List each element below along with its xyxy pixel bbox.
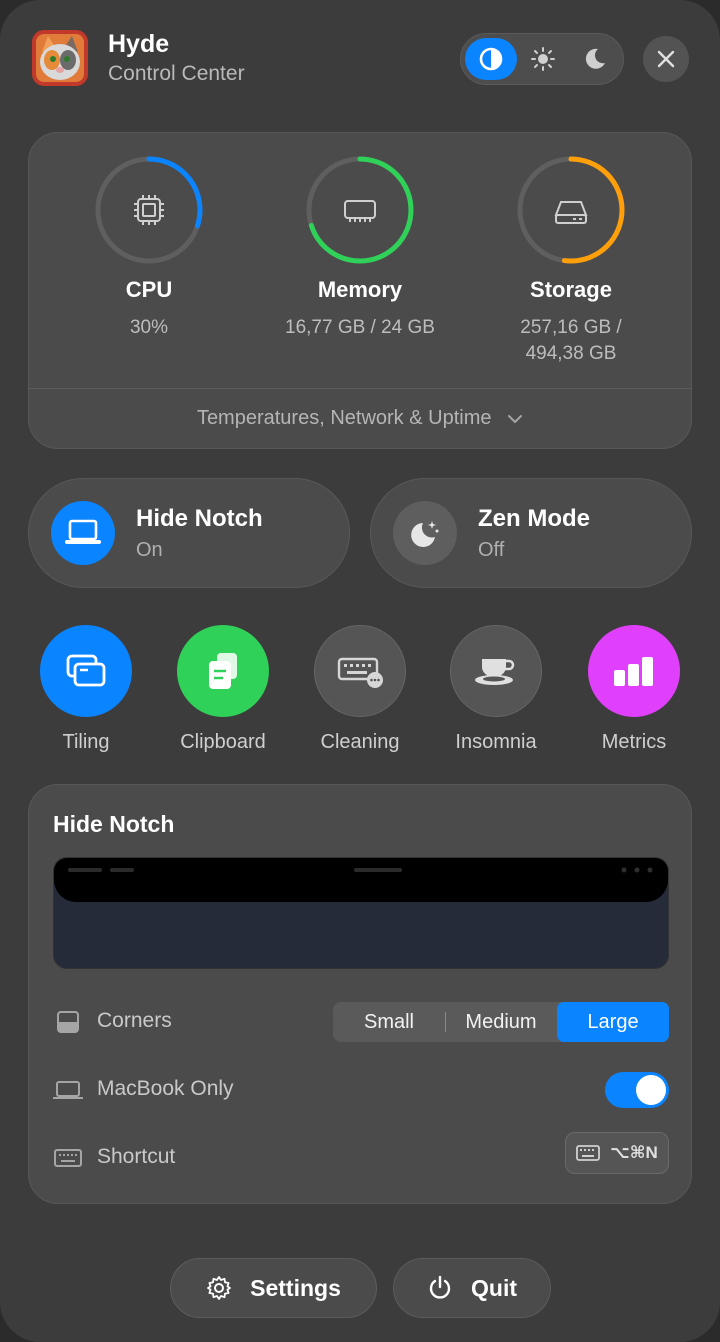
menu-bar-preview xyxy=(54,858,668,902)
laptop-outline-icon xyxy=(53,1081,83,1099)
keyboard-clean-icon xyxy=(314,625,406,717)
cpu-icon xyxy=(134,195,164,225)
storage-usage-ring xyxy=(517,156,625,264)
cleaning-label: Cleaning xyxy=(320,731,400,753)
keyboard-icon xyxy=(54,1149,82,1167)
cpu-label: CPU xyxy=(125,277,173,302)
storage-value-used: 257,16 GB / xyxy=(520,317,622,338)
hide-notch-panel-title: Hide Notch xyxy=(53,811,175,837)
coffee-cup-icon xyxy=(450,625,542,717)
quit-button[interactable]: Quit xyxy=(393,1258,551,1318)
details-expander[interactable]: Temperatures, Network & Uptime xyxy=(29,407,691,430)
gear-icon xyxy=(207,1276,232,1300)
cpu-usage-ring xyxy=(95,156,203,264)
drive-icon xyxy=(554,201,588,224)
system-stats-card: CPU 30% Memory 16,77 GB / 24 GB Storage … xyxy=(28,132,692,449)
app-name: Hyde xyxy=(108,30,170,58)
app-subtitle: Control Center xyxy=(108,62,245,85)
storage-label: Storage xyxy=(530,277,612,302)
control-center-window: Hyde Control Center CPU 30% Memory 16,77… xyxy=(0,0,720,1342)
hide-notch-state: On xyxy=(136,539,163,561)
notch-preview xyxy=(53,857,669,969)
zen-mode-state: Off xyxy=(478,539,505,561)
corners-label: Corners xyxy=(97,1009,172,1032)
metrics-label: Metrics xyxy=(601,731,667,753)
laptop-icon xyxy=(51,501,115,565)
corner-medium-option[interactable]: Medium xyxy=(445,1002,557,1042)
clipboard-button[interactable]: Clipboard xyxy=(168,625,278,754)
storage-stat: Storage 257,16 GB / 494,38 GB xyxy=(466,155,676,367)
switch-knob xyxy=(636,1075,666,1105)
insomnia-button[interactable]: Insomnia xyxy=(441,625,551,754)
hide-notch-toggle[interactable]: Hide Notch On xyxy=(28,478,350,588)
theme-dark-button[interactable] xyxy=(569,38,621,80)
macbook-only-switch[interactable] xyxy=(605,1072,669,1108)
corners-row: Corners Small Medium Large xyxy=(53,1002,669,1042)
theme-switcher xyxy=(460,33,624,85)
cpu-stat: CPU 30% xyxy=(44,155,254,341)
memory-value: 16,77 GB / 24 GB xyxy=(285,317,435,338)
corner-small-option[interactable]: Small xyxy=(333,1002,445,1042)
theme-light-button[interactable] xyxy=(517,38,569,80)
theme-auto-button[interactable] xyxy=(465,38,517,80)
shortcut-label: Shortcut xyxy=(97,1145,176,1168)
corner-large-option[interactable]: Large xyxy=(557,1002,669,1042)
insomnia-label: Insomnia xyxy=(455,731,537,753)
zen-mode-toggle[interactable]: Zen Mode Off xyxy=(370,478,692,588)
clipboard-icon xyxy=(177,625,269,717)
cleaning-button[interactable]: Cleaning xyxy=(305,625,415,754)
tiling-label: Tiling xyxy=(62,731,110,753)
tiling-button[interactable]: Tiling xyxy=(31,625,141,754)
tiling-icon xyxy=(40,625,132,717)
keyboard-icon xyxy=(576,1145,601,1161)
shortcut-recorder-button[interactable]: ⌥⌘N xyxy=(565,1132,669,1174)
corners-segmented-control: Small Medium Large xyxy=(333,1002,669,1042)
memory-label: Memory xyxy=(317,277,403,302)
metrics-button[interactable]: Metrics xyxy=(579,625,689,754)
macbook-only-row: MacBook Only xyxy=(53,1070,669,1110)
hide-notch-title: Hide Notch xyxy=(136,505,263,532)
zen-mode-title: Zen Mode xyxy=(478,505,590,532)
settings-label: Settings xyxy=(250,1274,341,1301)
clipboard-label: Clipboard xyxy=(180,731,266,753)
macbook-only-label: MacBook Only xyxy=(97,1077,234,1100)
memory-icon xyxy=(344,200,376,222)
sun-icon xyxy=(531,47,555,71)
close-icon xyxy=(657,50,675,68)
cpu-value: 30% xyxy=(129,317,169,338)
close-button[interactable] xyxy=(643,36,689,82)
memory-usage-ring xyxy=(306,156,414,264)
settings-button[interactable]: Settings xyxy=(170,1258,377,1318)
corner-square-icon xyxy=(57,1011,79,1033)
memory-stat: Memory 16,77 GB / 24 GB xyxy=(255,155,465,341)
chevron-down-icon xyxy=(508,414,523,423)
moon-icon xyxy=(585,48,605,69)
storage-value: 257,16 GB / 494,38 GB xyxy=(466,315,676,367)
bar-chart-icon xyxy=(588,625,680,717)
shortcut-keys: ⌥⌘N xyxy=(610,1143,658,1162)
segment-separator xyxy=(445,1012,446,1032)
hide-notch-panel: Hide Notch Corners Small Medium Large Ma… xyxy=(28,784,692,1204)
app-icon xyxy=(32,30,88,86)
storage-value-total: 494,38 GB xyxy=(525,343,617,364)
moon-stars-icon xyxy=(393,501,457,565)
power-icon xyxy=(429,1275,451,1299)
quit-label: Quit xyxy=(471,1274,517,1301)
corner-medium-label: Medium xyxy=(465,1011,537,1033)
stats-divider xyxy=(29,388,691,389)
details-expander-label: Temperatures, Network & Uptime xyxy=(196,407,492,429)
contrast-icon xyxy=(479,47,503,71)
shortcut-row: Shortcut ⌥⌘N xyxy=(53,1132,669,1178)
